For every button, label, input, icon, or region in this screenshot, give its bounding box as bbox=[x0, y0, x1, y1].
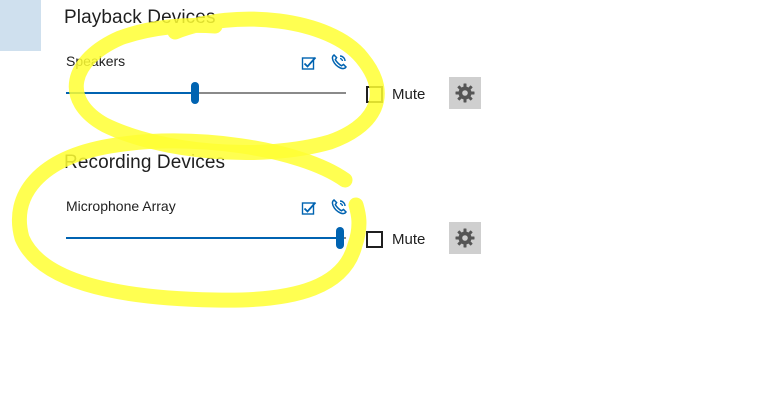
recording-volume-fill bbox=[66, 237, 340, 239]
playback-volume-fill bbox=[66, 92, 195, 94]
gear-icon bbox=[455, 228, 475, 248]
side-tile bbox=[0, 0, 41, 51]
default-device-check-icon bbox=[301, 56, 317, 70]
recording-device-name: Microphone Array bbox=[66, 198, 176, 214]
communication-device-phone-icon bbox=[331, 199, 347, 215]
playback-volume-slider[interactable] bbox=[66, 81, 346, 105]
recording-settings-button[interactable] bbox=[449, 222, 481, 254]
gear-icon bbox=[455, 83, 475, 103]
playback-mute-label: Mute bbox=[392, 85, 426, 103]
playback-volume-thumb[interactable] bbox=[191, 82, 199, 104]
playback-mute-checkbox[interactable] bbox=[366, 85, 383, 103]
recording-devices-title: Recording Devices bbox=[64, 152, 226, 173]
recording-mute-checkbox[interactable] bbox=[366, 230, 383, 248]
recording-mute-label: Mute bbox=[392, 230, 426, 248]
playback-device-name: Speakers bbox=[66, 53, 126, 69]
recording-volume-thumb[interactable] bbox=[336, 227, 344, 249]
playback-settings-button[interactable] bbox=[449, 77, 481, 109]
communication-device-phone-icon bbox=[331, 54, 347, 70]
playback-devices-title: Playback Devices bbox=[64, 7, 216, 28]
default-device-check-icon bbox=[301, 201, 317, 215]
audio-devices-panel: Playback Devices Speakers Mute Recording… bbox=[0, 0, 767, 415]
recording-mute-toggle[interactable]: Mute bbox=[366, 229, 425, 249]
recording-volume-slider[interactable] bbox=[66, 226, 346, 250]
playback-mute-toggle[interactable]: Mute bbox=[366, 84, 425, 104]
